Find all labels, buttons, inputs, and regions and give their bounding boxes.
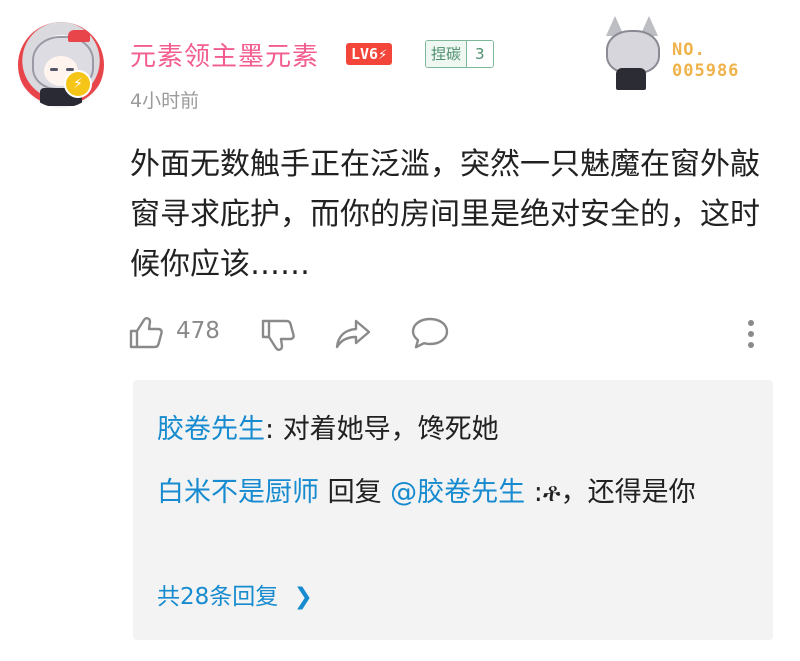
thumb-down-icon[interactable] xyxy=(260,318,296,352)
share-icon[interactable] xyxy=(334,318,372,350)
thumb-up-icon[interactable] xyxy=(128,316,164,350)
like-count: 478 xyxy=(176,318,220,344)
reply-text: :ቶ，还得是你 xyxy=(525,477,696,508)
comment-bubble-icon[interactable] xyxy=(410,316,450,350)
reply-preview-box[interactable]: 胶卷先生: 对着她导，馋死她 白米不是厨师 回复 @胶卷先生 :ቶ，还得是你 共… xyxy=(133,380,773,640)
username[interactable]: 元素领主墨元素 xyxy=(130,36,319,73)
fan-number-value: 005986 xyxy=(672,61,740,81)
lightning-badge-icon: ⚡ xyxy=(64,70,92,98)
reply-author[interactable]: 胶卷先生 xyxy=(157,414,265,445)
reply-item: 白米不是厨师 回复 @胶卷先生 :ቶ，还得是你 xyxy=(157,470,737,516)
comment-text: 外面无数触手正在泛滥，突然一只魅魔在窗外敲窗寻求庇护，而你的房间里是绝对安全的，… xyxy=(130,147,760,282)
reply-author[interactable]: 白米不是厨师 xyxy=(157,477,319,508)
reply-separator: : xyxy=(265,414,283,445)
level-badge: LV6⚡ xyxy=(346,43,393,65)
fan-pendant-avatar xyxy=(600,16,662,90)
reply-text: 对着她导，馋死她 xyxy=(282,414,499,445)
fan-medal[interactable]: 捏碳 3 xyxy=(425,40,494,68)
reply-label: 回复 xyxy=(319,477,391,508)
timestamp: 4小时前 xyxy=(130,90,200,112)
avatar-bow xyxy=(68,30,90,42)
chevron-right-icon: ❯ xyxy=(293,584,313,610)
view-all-replies-link[interactable]: 共28条回复 ❯ xyxy=(157,577,313,611)
medal-level: 3 xyxy=(466,41,493,67)
user-avatar[interactable] xyxy=(18,22,104,108)
reply-mention[interactable]: @胶卷先生 xyxy=(390,477,525,508)
view-all-replies-label: 共28条回复 xyxy=(157,584,279,610)
fan-number: NO. 005986 xyxy=(672,40,739,82)
more-vertical-icon[interactable] xyxy=(745,318,757,350)
level-suffix: ⚡ xyxy=(378,45,388,63)
medal-name: 捏碳 xyxy=(426,41,467,67)
avatar-eye-left xyxy=(50,68,58,71)
reply-item: 胶卷先生: 对着她导，馋死她 xyxy=(157,407,737,453)
fan-number-label: NO. xyxy=(672,40,706,60)
pendant-body xyxy=(616,68,646,90)
level-text: LV6 xyxy=(351,45,379,63)
